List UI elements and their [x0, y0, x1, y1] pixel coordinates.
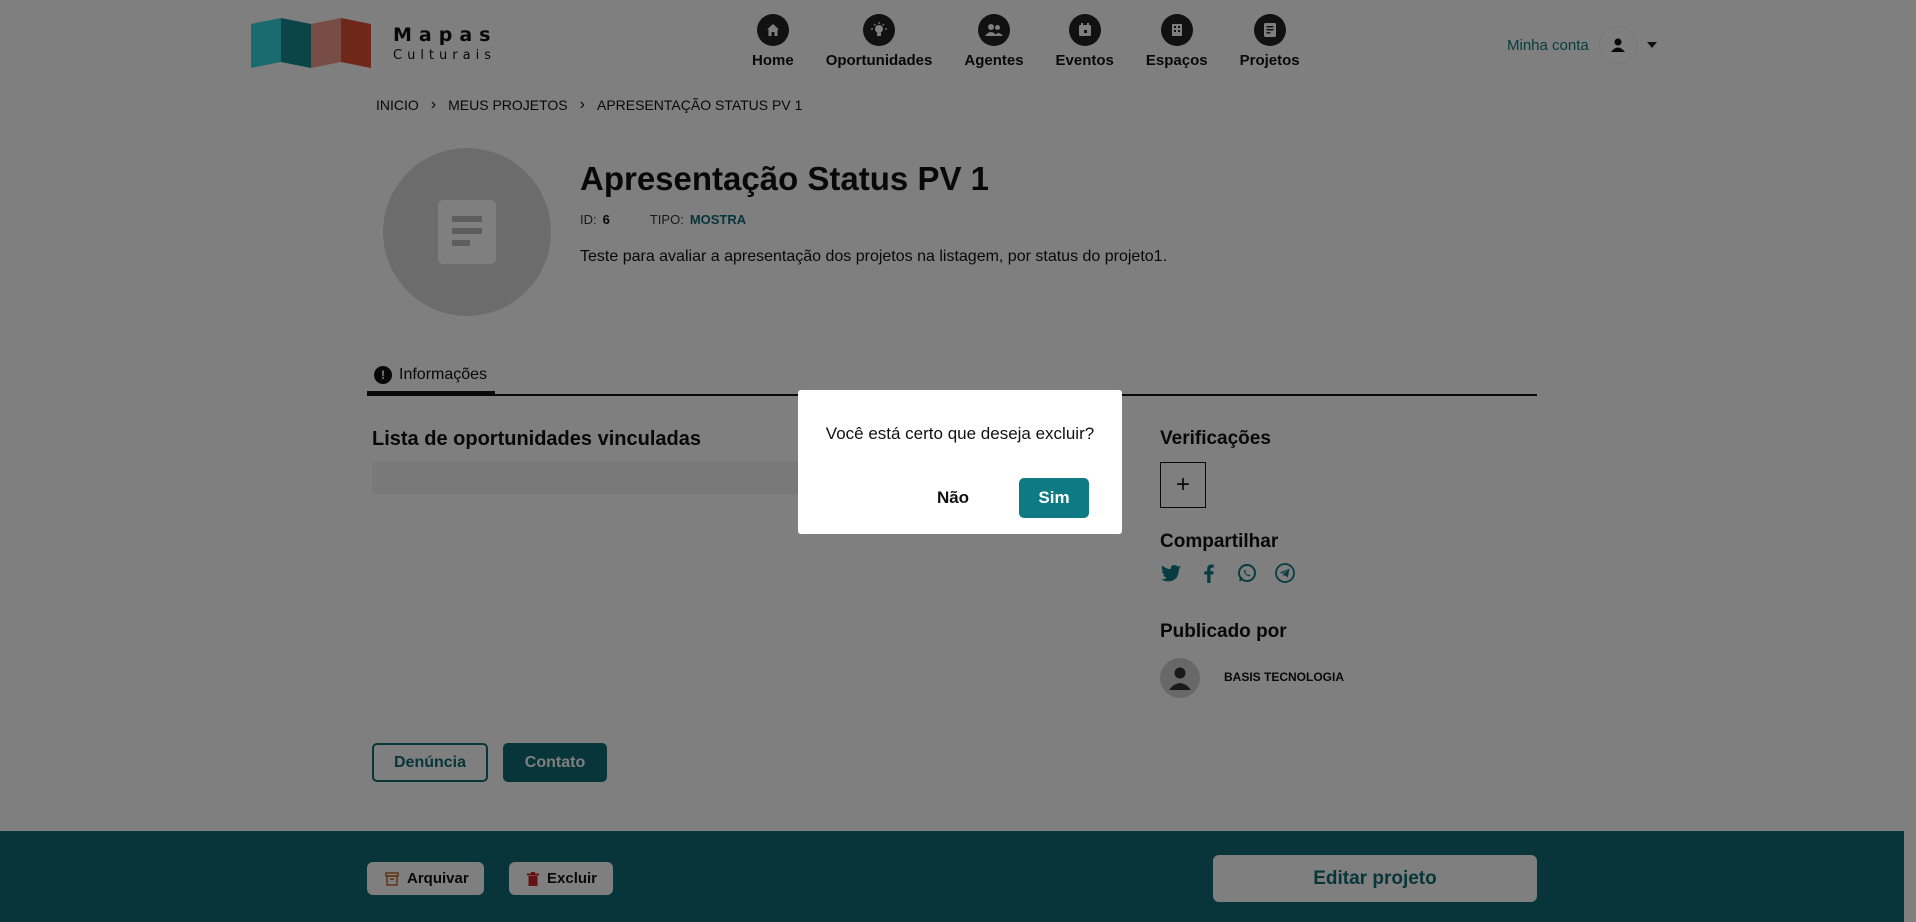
confirm-delete-dialog: Você está certo que deseja excluir? Não … [798, 390, 1122, 534]
dialog-message: Você está certo que deseja excluir? [825, 424, 1095, 443]
no-button[interactable]: Não [928, 478, 978, 518]
yes-button[interactable]: Sim [1019, 478, 1089, 518]
